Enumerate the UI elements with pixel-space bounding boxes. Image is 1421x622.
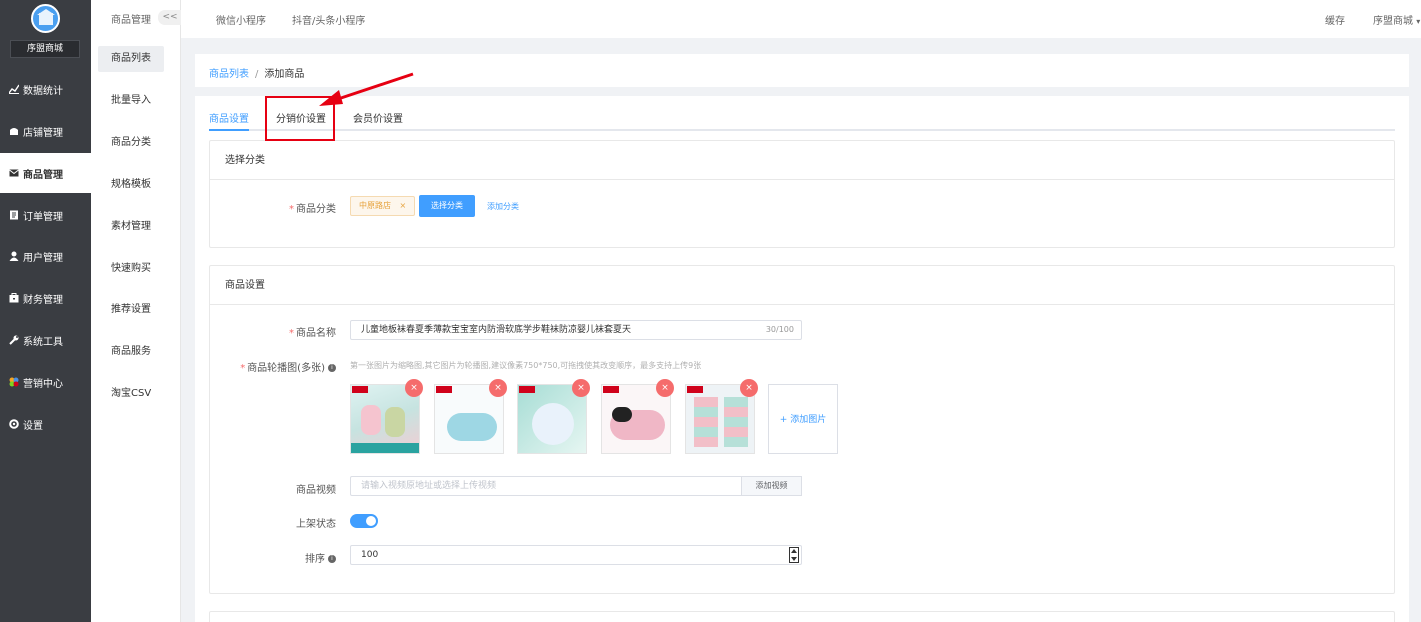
chart-icon	[8, 84, 19, 95]
switch-knob	[366, 516, 376, 526]
delete-image-5-icon[interactable]: ×	[740, 379, 758, 397]
video-input[interactable]: 请输入视频原地址或选择上传视频 添加视频	[350, 476, 802, 496]
submenu-item-category[interactable]: 商品分类	[98, 130, 164, 156]
category-tag: 中原路店 ×	[350, 196, 416, 216]
video-placeholder: 请输入视频原地址或选择上传视频	[361, 481, 497, 491]
shop-name[interactable]: 序盟商城	[10, 40, 80, 58]
sidebar-item-orders[interactable]: 订单管理	[0, 195, 91, 235]
goods-section-title: 商品设置	[210, 266, 1394, 305]
sidebar-item-finance[interactable]: 财务管理	[0, 278, 91, 318]
sort-label: 排序 i	[196, 550, 336, 565]
cache-link[interactable]: 缓存	[1325, 12, 1345, 27]
douyin-miniprogram-link[interactable]: 抖音/头条小程序	[292, 12, 365, 27]
category-label: * 商品分类	[289, 204, 336, 215]
sidebar-item-settings[interactable]: 设置	[0, 404, 91, 444]
chevron-down-icon: ▾	[1416, 17, 1421, 26]
sort-input[interactable]: 100	[350, 545, 802, 565]
sidebar-item-label: 数据统计	[23, 85, 63, 97]
category-section-title: 选择分类	[210, 141, 1394, 180]
add-category-link[interactable]: 添加分类	[487, 201, 519, 212]
shop-logo[interactable]	[31, 4, 60, 33]
sidebar-item-label: 订单管理	[23, 211, 63, 223]
sidebar-item-users[interactable]: 用户管理	[0, 236, 91, 276]
shop-icon	[8, 126, 19, 137]
status-label: 上架状态	[296, 519, 336, 530]
tab-goods-settings[interactable]: 商品设置	[209, 110, 249, 125]
stepper-up-icon[interactable]	[791, 549, 797, 553]
video-label: 商品视频	[296, 485, 336, 496]
stepper-down-icon[interactable]	[791, 557, 797, 561]
delete-image-2-icon[interactable]: ×	[489, 379, 507, 397]
wechat-miniprogram-link[interactable]: 微信小程序	[216, 12, 266, 27]
number-stepper[interactable]	[789, 547, 799, 563]
sort-value: 100	[361, 550, 379, 560]
next-section	[209, 611, 1395, 622]
info-icon: i	[328, 555, 336, 563]
user-icon	[8, 251, 19, 262]
breadcrumb-current: 添加商品	[264, 69, 305, 80]
goods-icon	[8, 168, 19, 179]
submenu-item-goods-service[interactable]: 商品服务	[98, 339, 164, 365]
order-icon	[8, 210, 19, 221]
select-category-button[interactable]: 选择分类	[419, 195, 475, 217]
sidebar-item-tools[interactable]: 系统工具	[0, 320, 91, 360]
tab-member-price[interactable]: 会员价设置	[353, 110, 403, 125]
delete-image-1-icon[interactable]: ×	[405, 379, 423, 397]
collapse-button[interactable]: <<	[158, 10, 182, 25]
marketing-icon	[8, 377, 19, 388]
sidebar-item-label: 店铺管理	[23, 127, 63, 139]
sidebar-item-marketing[interactable]: 营销中心	[0, 362, 91, 402]
sidebar-item-shop[interactable]: 店铺管理	[0, 111, 91, 151]
submenu-item-materials[interactable]: 素材管理	[98, 214, 164, 240]
category-section: 选择分类	[209, 140, 1395, 248]
breadcrumb-goods-list[interactable]: 商品列表	[209, 69, 249, 80]
sidebar-item-label: 营销中心	[23, 378, 63, 390]
add-image-button[interactable]: + 添加图片	[768, 384, 838, 454]
gear-icon	[8, 419, 19, 430]
breadcrumb: 商品列表 / 添加商品	[209, 65, 304, 80]
active-tab-indicator	[209, 129, 249, 131]
wrench-icon	[8, 335, 19, 346]
status-switch[interactable]	[350, 514, 378, 528]
goods-submenu: 商品管理 << 商品列表 批量导入 商品分类 规格模板 素材管理 快速购买 推荐…	[91, 0, 182, 622]
category-tag-label: 中原路店	[359, 201, 391, 210]
sidebar-item-label: 商品管理	[23, 169, 63, 181]
sidebar-item-label: 用户管理	[23, 252, 63, 264]
breadcrumb-separator: /	[255, 69, 259, 80]
submenu-item-goods-list[interactable]: 商品列表	[98, 46, 164, 72]
annotation-arrow-icon	[319, 72, 414, 106]
carousel-label: * 商品轮播图(多张) i	[196, 359, 336, 374]
goods-name-input[interactable]: 儿童地板袜春夏季薄款宝宝室内防滑软底学步鞋袜防凉婴儿袜套夏天 30/100	[350, 320, 802, 340]
user-menu[interactable]: 序盟商城 ▾	[1373, 12, 1420, 27]
sidebar-item-label: 系统工具	[23, 336, 63, 348]
goods-name-count: 30/100	[765, 325, 794, 334]
main-sidebar: 序盟商城 数据统计 店铺管理 商品管理 订单管理 用户管理 财务管理 系统工具 …	[0, 0, 91, 622]
submenu-item-batch-import[interactable]: 批量导入	[98, 88, 164, 114]
delete-image-4-icon[interactable]: ×	[656, 379, 674, 397]
sidebar-item-label: 设置	[23, 420, 43, 432]
submenu-title: 商品管理	[111, 15, 151, 26]
sidebar-item-stats[interactable]: 数据统计	[0, 69, 91, 109]
goods-name-label: * 商品名称	[289, 328, 336, 339]
sidebar-item-label: 财务管理	[23, 294, 63, 306]
top-bar: 微信小程序 抖音/头条小程序 缓存 序盟商城 ▾	[181, 0, 1421, 38]
info-icon: i	[328, 364, 336, 372]
submenu-item-spec-template[interactable]: 规格模板	[98, 172, 164, 198]
finance-icon	[8, 293, 19, 304]
submenu-item-recommend[interactable]: 推荐设置	[98, 297, 164, 323]
add-goods-form: 商品设置 分销价设置 会员价设置 选择分类 商品设置	[195, 96, 1409, 622]
user-name: 序盟商城	[1373, 16, 1413, 27]
goods-name-value: 儿童地板袜春夏季薄款宝宝室内防滑软底学步鞋袜防凉婴儿袜套夏天	[361, 325, 632, 335]
sidebar-item-goods[interactable]: 商品管理	[0, 153, 91, 193]
close-icon[interactable]: ×	[400, 201, 407, 210]
delete-image-3-icon[interactable]: ×	[572, 379, 590, 397]
carousel-hint: 第一张图片为缩略图,其它图片为轮播图,建议像素750*750,可拖拽使其改变顺序…	[350, 361, 702, 370]
submenu-item-quick-buy[interactable]: 快速购买	[98, 256, 164, 282]
add-video-button[interactable]: 添加视频	[741, 476, 802, 496]
submenu-item-taobao-csv[interactable]: 淘宝CSV	[98, 381, 164, 407]
form-tabs: 商品设置 分销价设置 会员价设置	[209, 110, 1395, 131]
